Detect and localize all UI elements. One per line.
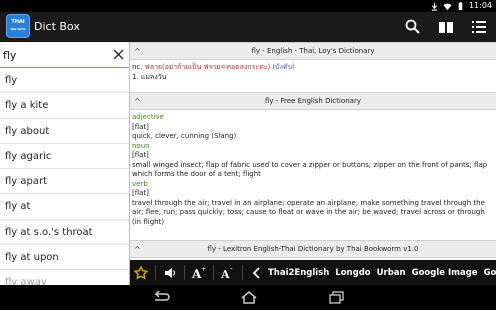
definition-text: travel through the air; travel in an air…	[132, 198, 485, 226]
dictionary-body: nc. ฟลาย(อย่าถ้ามเป็น ฟราย=ทอดลงกระทะ) (…	[130, 60, 496, 92]
chevron-up-icon: ^	[134, 245, 141, 254]
font-increase-icon[interactable]: A +	[188, 260, 210, 285]
app-logo-text: THAI	[11, 19, 25, 25]
link-google-image[interactable]: Google Image	[412, 268, 478, 278]
book-icon[interactable]	[437, 18, 455, 36]
navigation-bar	[0, 285, 496, 310]
word-list-item[interactable]: fly at s.o.'s throat	[0, 220, 129, 246]
link-google-translate[interactable]: Google Tra	[484, 268, 496, 278]
search-input[interactable]	[3, 46, 103, 64]
search-icon[interactable]	[404, 18, 422, 36]
word-list-item[interactable]: fly apart	[0, 169, 129, 195]
app-logo[interactable]: THAI พจนานุกรม	[6, 14, 30, 38]
word-list-item[interactable]: fly agaric	[0, 144, 129, 170]
word-list-item[interactable]: fly about	[0, 119, 129, 144]
dictionary-title: fly - English - Thai, Loy's Dictionary	[251, 47, 375, 55]
definition-line: 1. แมลงวัน	[132, 72, 167, 81]
pronunciation: ฟลาย(อย่าถ้ามเป็น ฟราย=ทอดลงกระทะ)	[144, 63, 271, 71]
back-icon[interactable]	[150, 290, 170, 305]
bottom-toolbar: A + A- Thai2English Longdo Urban Google I…	[130, 260, 496, 285]
definition-text: quick, clever, cunning (Slang)	[132, 132, 237, 140]
word-list-panel: fly fly a kite fly about fly agaric fly …	[0, 42, 130, 285]
link-thai2english[interactable]: Thai2English	[268, 268, 329, 278]
definition-panel: ^ fly - English - Thai, Loy's Dictionary…	[130, 42, 496, 260]
dictionary-header[interactable]: ^ fly - English - Thai, Loy's Dictionary	[130, 42, 496, 60]
dictionary-title: fly - Lexitron English-Thai Dictionary b…	[207, 245, 419, 253]
dictionary-header[interactable]: ^ fly - Lexitron English-Thai Dictionary…	[130, 240, 496, 258]
word-list-item[interactable]: fly at upon	[0, 245, 129, 271]
entry-tag: [flat]	[132, 189, 149, 197]
svg-text:A: A	[220, 268, 230, 280]
word-list-item[interactable]: fly away	[0, 270, 129, 285]
battery-icon	[458, 1, 463, 10]
part-of-speech: noun	[132, 141, 150, 150]
svg-text:+: +	[201, 266, 206, 273]
action-bar: THAI พจนานุกรม Dict Box	[0, 12, 496, 42]
recent-apps-icon[interactable]	[327, 290, 347, 305]
clock: 11:04	[468, 1, 492, 10]
status-bar: 11:04	[0, 0, 496, 12]
part-of-speech: nc.	[132, 63, 145, 71]
chevron-up-icon: ^	[134, 47, 141, 56]
app-logo-subtext: พจนานุกรม	[10, 27, 26, 31]
svg-text:-: -	[230, 266, 233, 273]
dictionary-title: fly - Free English Dictionary	[264, 97, 361, 105]
word-list-item[interactable]: fly at	[0, 194, 129, 220]
entry-tag: [flat]	[132, 122, 149, 131]
divider	[213, 265, 214, 280]
speaker-icon[interactable]	[159, 260, 181, 285]
download-icon	[431, 2, 438, 11]
star-icon[interactable]	[130, 260, 152, 285]
search-bar	[0, 42, 129, 68]
link-urban[interactable]: Urban	[377, 268, 406, 278]
app-title: Dict Box	[34, 20, 80, 33]
chevron-up-icon: ^	[134, 97, 141, 106]
dictionary-body: adjective [flat] quick, clever, cunning …	[130, 110, 496, 240]
part-of-speech: verb	[132, 179, 148, 188]
divider	[155, 265, 156, 280]
link-longdo[interactable]: Longdo	[335, 268, 370, 278]
definition-text: small winged insect; flap of fabric used…	[132, 160, 488, 179]
usage-note: (บังคับ)	[270, 63, 295, 71]
dictionary-header[interactable]: ^ fly - Free English Dictionary	[130, 92, 496, 110]
close-icon[interactable]	[112, 48, 125, 61]
home-icon[interactable]	[239, 290, 259, 305]
chevron-left-icon[interactable]	[246, 260, 268, 285]
wifi-icon	[443, 3, 452, 10]
part-of-speech: adjective	[132, 113, 164, 121]
menu-list-icon[interactable]	[470, 18, 488, 36]
divider	[242, 265, 243, 280]
definition-line: nc. ฟลาย(อย่าถ้ามเป็น ฟราย=ทอดลงกระทะ) (…	[132, 63, 494, 73]
word-list-item[interactable]: fly	[0, 68, 129, 94]
status-icons: 11:04	[430, 1, 492, 11]
font-decrease-icon[interactable]: A-	[217, 260, 239, 285]
entry-tag: [flat]	[132, 151, 149, 159]
divider	[184, 265, 185, 280]
word-list-item[interactable]: fly a kite	[0, 93, 129, 119]
